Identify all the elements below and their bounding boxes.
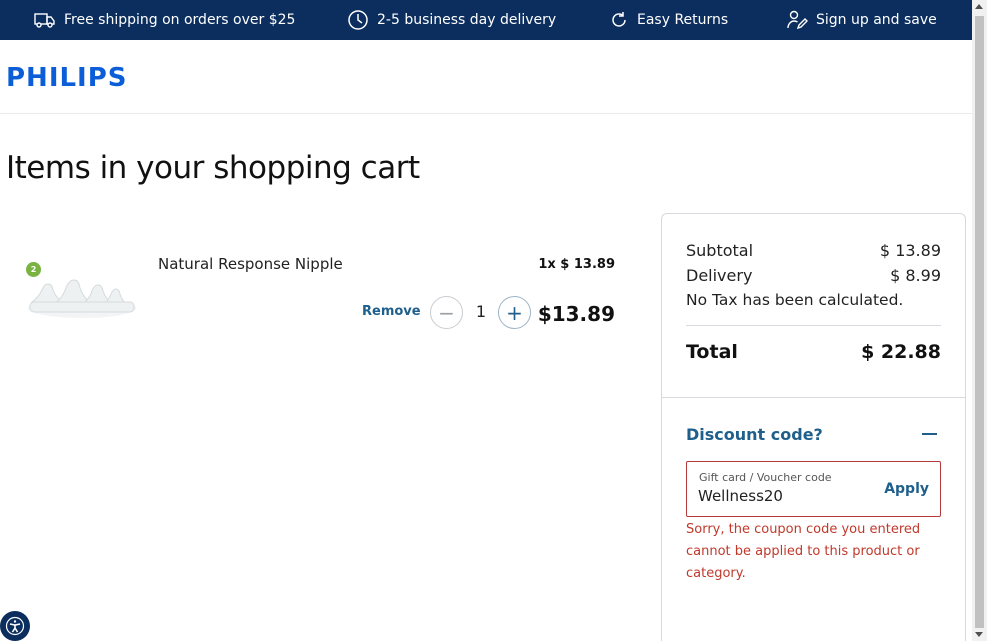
- accessibility-button[interactable]: [0, 611, 30, 641]
- banner-easy-returns: Easy Returns: [609, 0, 728, 40]
- summary-divider: [686, 325, 941, 326]
- subtotal-row: Subtotal $ 13.89: [686, 241, 941, 260]
- banner-sign-up-label[interactable]: Sign up and save: [816, 12, 937, 28]
- summary-divider: [662, 397, 965, 398]
- site-header: PHILIPS: [0, 40, 972, 114]
- truck-icon: [34, 13, 55, 28]
- vertical-scrollbar[interactable]: [972, 0, 987, 641]
- banner-sign-up[interactable]: Sign up and save: [786, 0, 937, 40]
- subtotal-value: $ 13.89: [879, 241, 941, 260]
- scrollbar-thumb[interactable]: [975, 16, 984, 628]
- page-title: Items in your shopping cart: [6, 150, 420, 186]
- accessibility-icon: [5, 616, 25, 636]
- delivery-value: $ 8.99: [890, 266, 941, 285]
- product-name[interactable]: Natural Response Nipple: [158, 255, 343, 273]
- voucher-input[interactable]: [698, 487, 868, 505]
- total-row: Total $ 22.88: [686, 341, 941, 363]
- banner-easy-returns-label: Easy Returns: [637, 12, 729, 28]
- top-banner: Free shipping on orders over $25 2-5 bus…: [0, 0, 972, 40]
- remove-button[interactable]: Remove: [362, 304, 421, 319]
- scroll-up-arrow-icon[interactable]: [975, 4, 983, 9]
- product-badge: 2: [26, 262, 41, 277]
- voucher-field[interactable]: Gift card / Voucher code Apply: [686, 461, 941, 517]
- coupon-error-message: Sorry, the coupon code you entered canno…: [686, 522, 921, 581]
- order-summary: Subtotal $ 13.89 Delivery $ 8.99 No Tax …: [661, 213, 966, 641]
- tax-note: No Tax has been calculated.: [686, 291, 904, 309]
- banner-delivery-time-label: 2-5 business day delivery: [377, 12, 557, 28]
- subtotal-label: Subtotal: [686, 241, 754, 260]
- delivery-label: Delivery: [686, 266, 753, 285]
- philips-logo[interactable]: PHILIPS: [6, 63, 128, 93]
- refresh-icon: [612, 12, 626, 27]
- signup-pen-icon: [787, 10, 808, 30]
- apply-button[interactable]: Apply: [884, 481, 929, 497]
- discount-code-toggle[interactable]: Discount code?: [686, 425, 823, 444]
- banner-free-shipping: Free shipping on orders over $25: [34, 0, 295, 40]
- scroll-down-arrow-icon[interactable]: [975, 632, 983, 637]
- quantity-increase-button[interactable]: +: [498, 296, 531, 329]
- quantity-value: 1: [475, 302, 487, 321]
- clock-icon: [348, 10, 368, 30]
- total-value: $ 22.88: [861, 341, 941, 363]
- voucher-field-label: Gift card / Voucher code: [699, 471, 832, 484]
- minus-icon: −: [438, 300, 455, 325]
- delivery-row: Delivery $ 8.99: [686, 266, 941, 285]
- line-total: $13.89: [537, 302, 615, 326]
- collapse-minus-icon[interactable]: [922, 433, 937, 435]
- total-label: Total: [686, 341, 738, 363]
- banner-delivery-time: 2-5 business day delivery: [347, 0, 556, 40]
- plus-icon: +: [506, 300, 523, 325]
- banner-free-shipping-label: Free shipping on orders over $25: [64, 12, 296, 28]
- product-image[interactable]: [24, 258, 142, 344]
- unit-price: 1x $ 13.89: [538, 257, 615, 272]
- quantity-decrease-button[interactable]: −: [430, 296, 463, 329]
